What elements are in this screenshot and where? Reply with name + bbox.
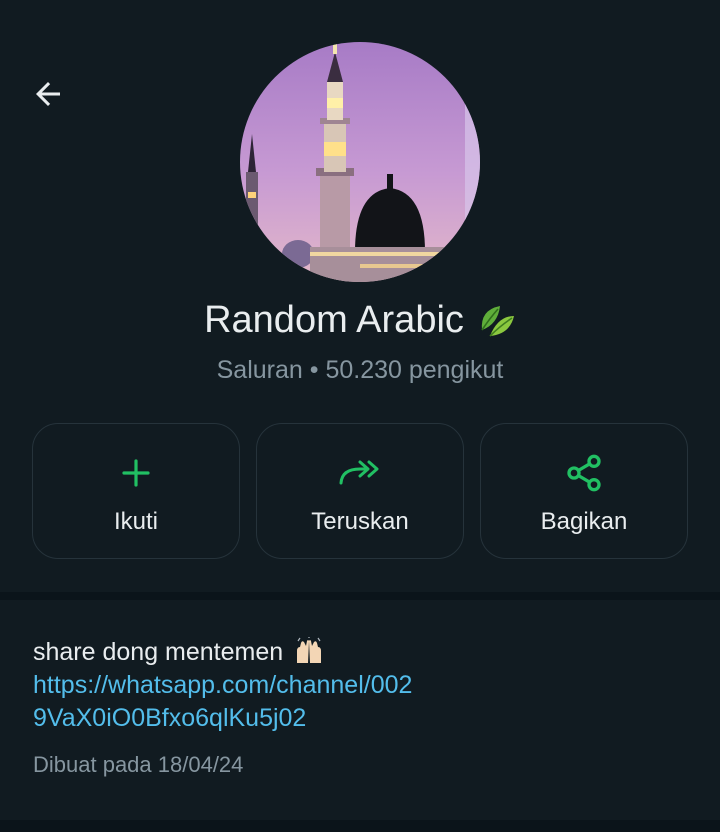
forward-label: Teruskan (311, 508, 409, 535)
leaves-emoji-icon (481, 306, 514, 337)
follow-label: Ikuti (113, 508, 158, 535)
follow-button[interactable]: Ikuti (32, 423, 240, 559)
channel-name-text: Random Arabic (204, 298, 464, 341)
channel-description: share dong mentemen https://whatsapp.com… (33, 636, 683, 735)
back-button[interactable] (26, 72, 70, 116)
action-buttons: Ikuti Teruskan Bagikan (32, 423, 688, 559)
bottom-divider (0, 820, 720, 832)
forward-icon (339, 460, 379, 485)
arrow-left-icon (36, 82, 60, 106)
forward-button[interactable]: Teruskan (256, 423, 464, 559)
raised-hands-emoji-icon (297, 637, 322, 663)
description-text: share dong mentemen (33, 638, 284, 666)
description-card: share dong mentemen https://whatsapp.com… (0, 600, 720, 820)
share-label: Bagikan (540, 508, 628, 535)
created-date: Dibuat pada 18/04/24 (33, 752, 244, 777)
channel-avatar[interactable] (240, 42, 480, 282)
share-button[interactable]: Bagikan (480, 423, 688, 559)
section-divider (0, 592, 720, 600)
channel-subtitle: Saluran • 50.230 pengikut (216, 356, 504, 384)
status-strip (0, 0, 720, 20)
mosque-image (240, 42, 480, 282)
channel-title: Random Arabic (0, 294, 720, 346)
share-icon (567, 454, 601, 492)
plus-icon (122, 459, 150, 487)
channel-link[interactable]: https://whatsapp.com/channel/0029VaX0iO0… (33, 669, 413, 735)
